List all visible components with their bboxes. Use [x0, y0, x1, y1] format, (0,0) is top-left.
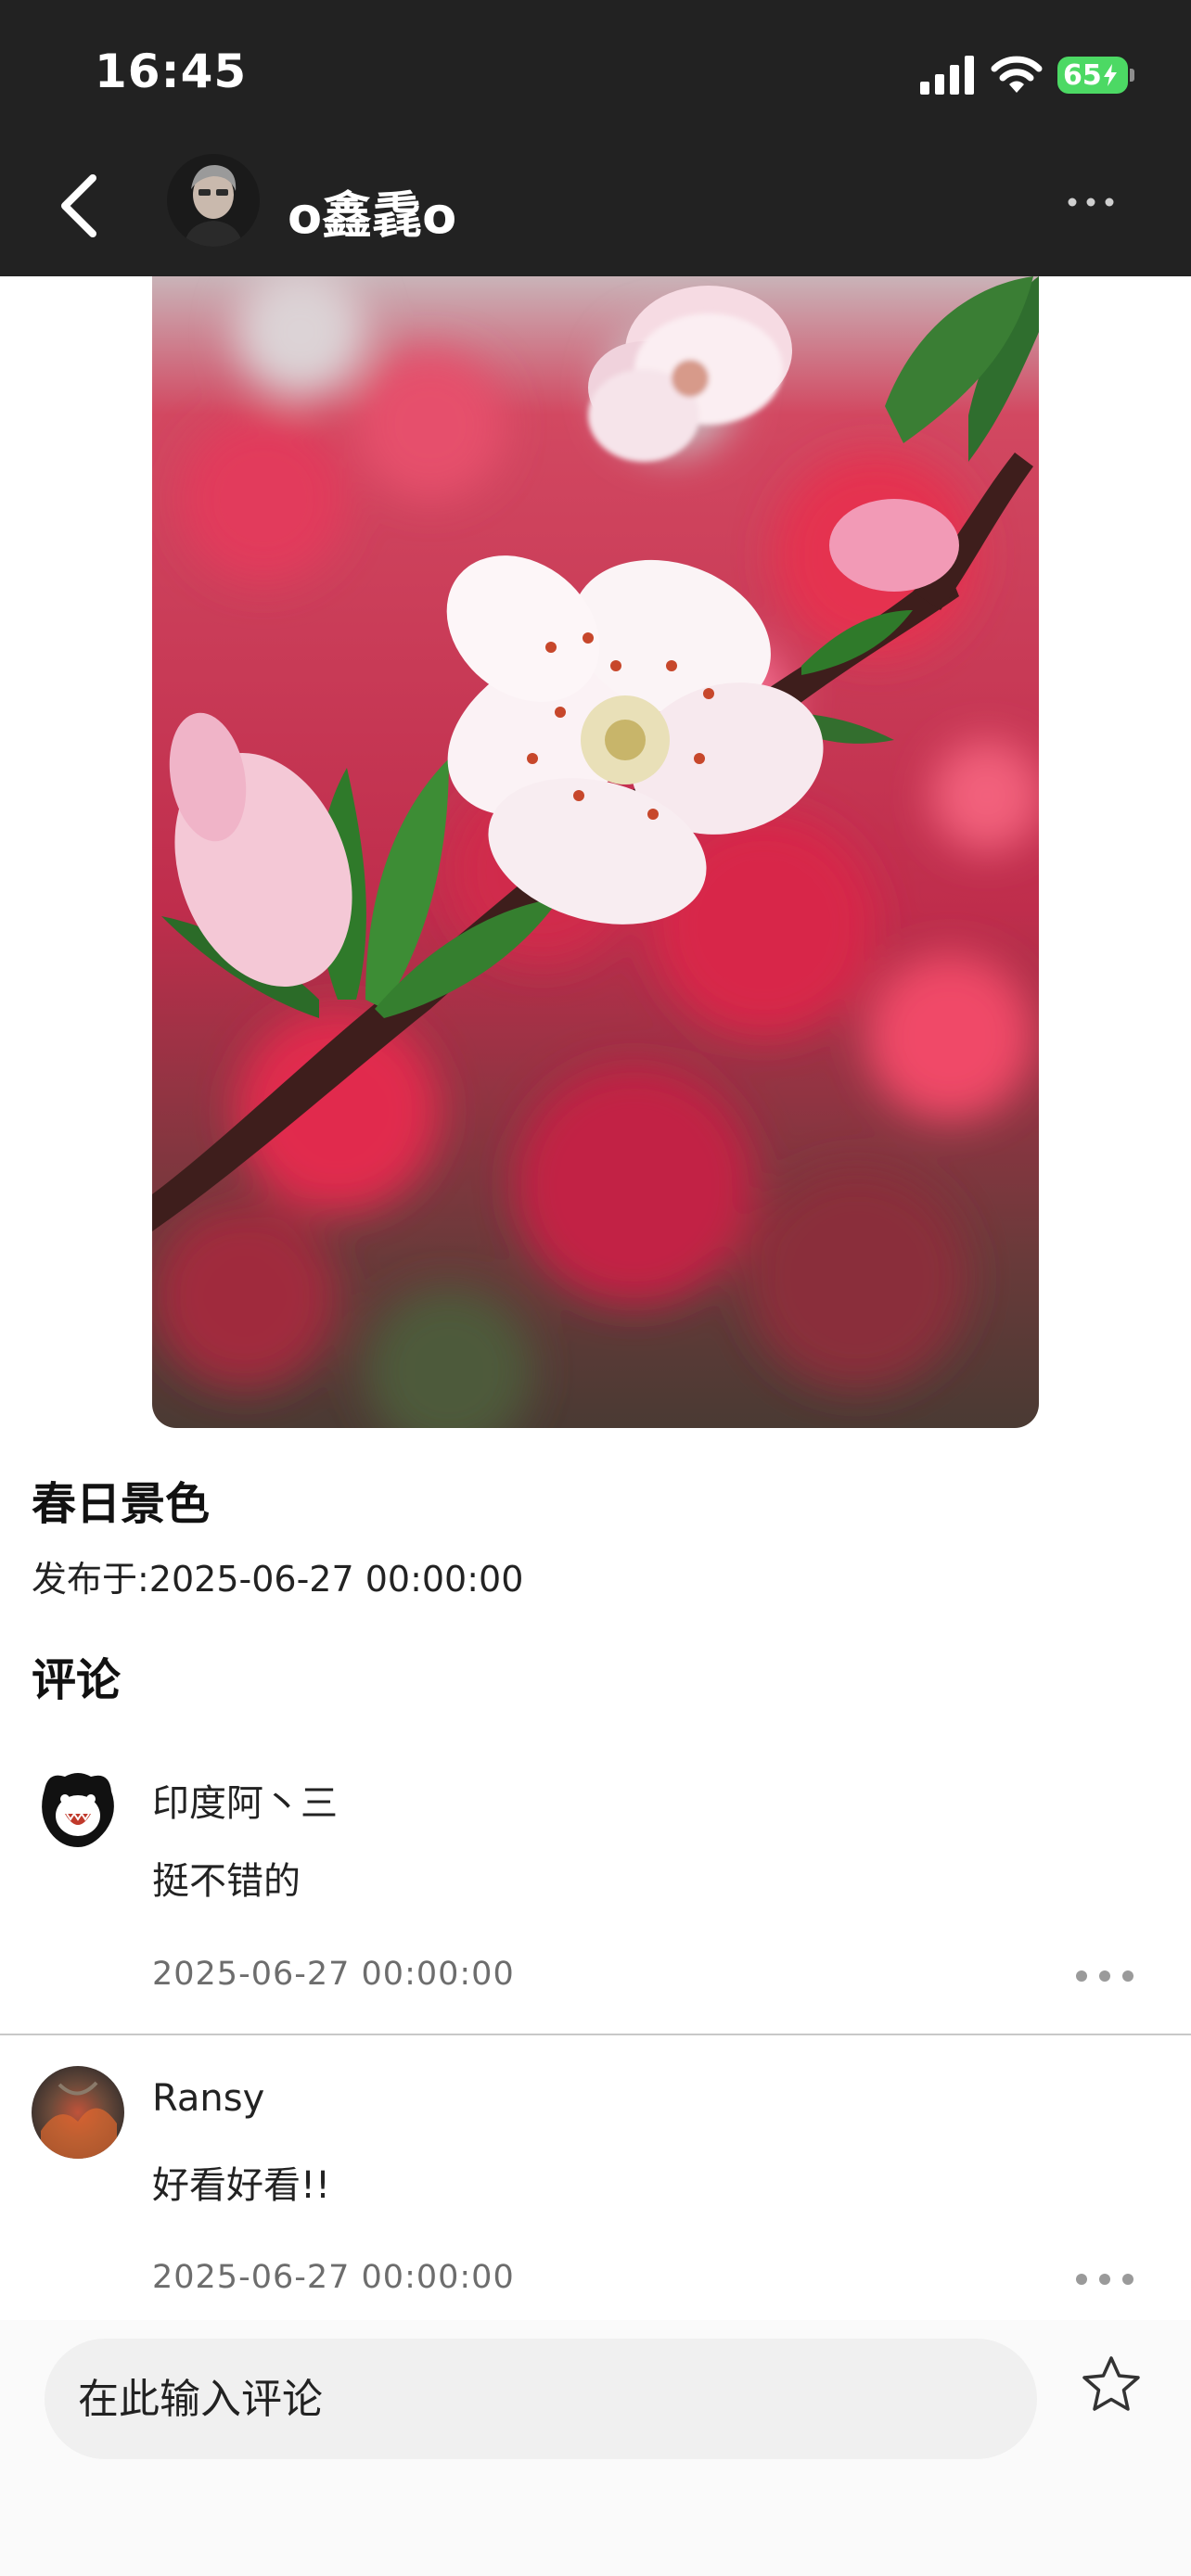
comments-heading: 评论 [32, 1654, 122, 1706]
author-avatar[interactable] [167, 154, 260, 247]
comment-time: 2025-06-27 00:00:00 [152, 2259, 515, 2296]
author-name[interactable]: o鑫毳o [288, 174, 456, 248]
comment-more-button[interactable] [1074, 1967, 1135, 1985]
comment-text: 挺不错的 [152, 1860, 301, 1903]
signal-icon [920, 56, 974, 95]
star-icon [1082, 2356, 1140, 2411]
back-arrow-icon [61, 174, 96, 237]
top-bar [0, 0, 1191, 276]
back-button[interactable] [48, 167, 108, 245]
more-horizontal-icon [1076, 1970, 1133, 1982]
commenter-avatar[interactable] [32, 1762, 124, 1855]
battery-level: 65 [1063, 58, 1102, 92]
commenter-avatar[interactable] [32, 2066, 124, 2159]
battery-icon: 65 [1057, 57, 1128, 94]
comment-more-button[interactable] [1074, 2270, 1135, 2289]
comment-text: 好看好看!! [152, 2164, 331, 2207]
favorite-button[interactable] [1080, 2353, 1143, 2417]
post-date: 发布于:2025-06-27 00:00:00 [32, 1559, 524, 1600]
charging-bolt-icon [1103, 64, 1117, 86]
more-button[interactable] [1065, 185, 1117, 219]
comment-username[interactable]: Ransy [152, 2077, 264, 2120]
post-title: 春日景色 [32, 1478, 211, 1530]
post-image[interactable] [152, 276, 1039, 1428]
more-horizontal-icon [1068, 198, 1114, 207]
battery-cap [1130, 69, 1134, 82]
wifi-icon [991, 56, 1043, 93]
more-horizontal-icon [1076, 2274, 1133, 2285]
comment-username[interactable]: 印度阿丶三 [152, 1773, 338, 1827]
comment-time: 2025-06-27 00:00:00 [152, 1956, 515, 1993]
status-time: 16:45 [95, 45, 248, 98]
comment-input[interactable] [45, 2339, 1037, 2459]
divider [0, 2034, 1191, 2035]
